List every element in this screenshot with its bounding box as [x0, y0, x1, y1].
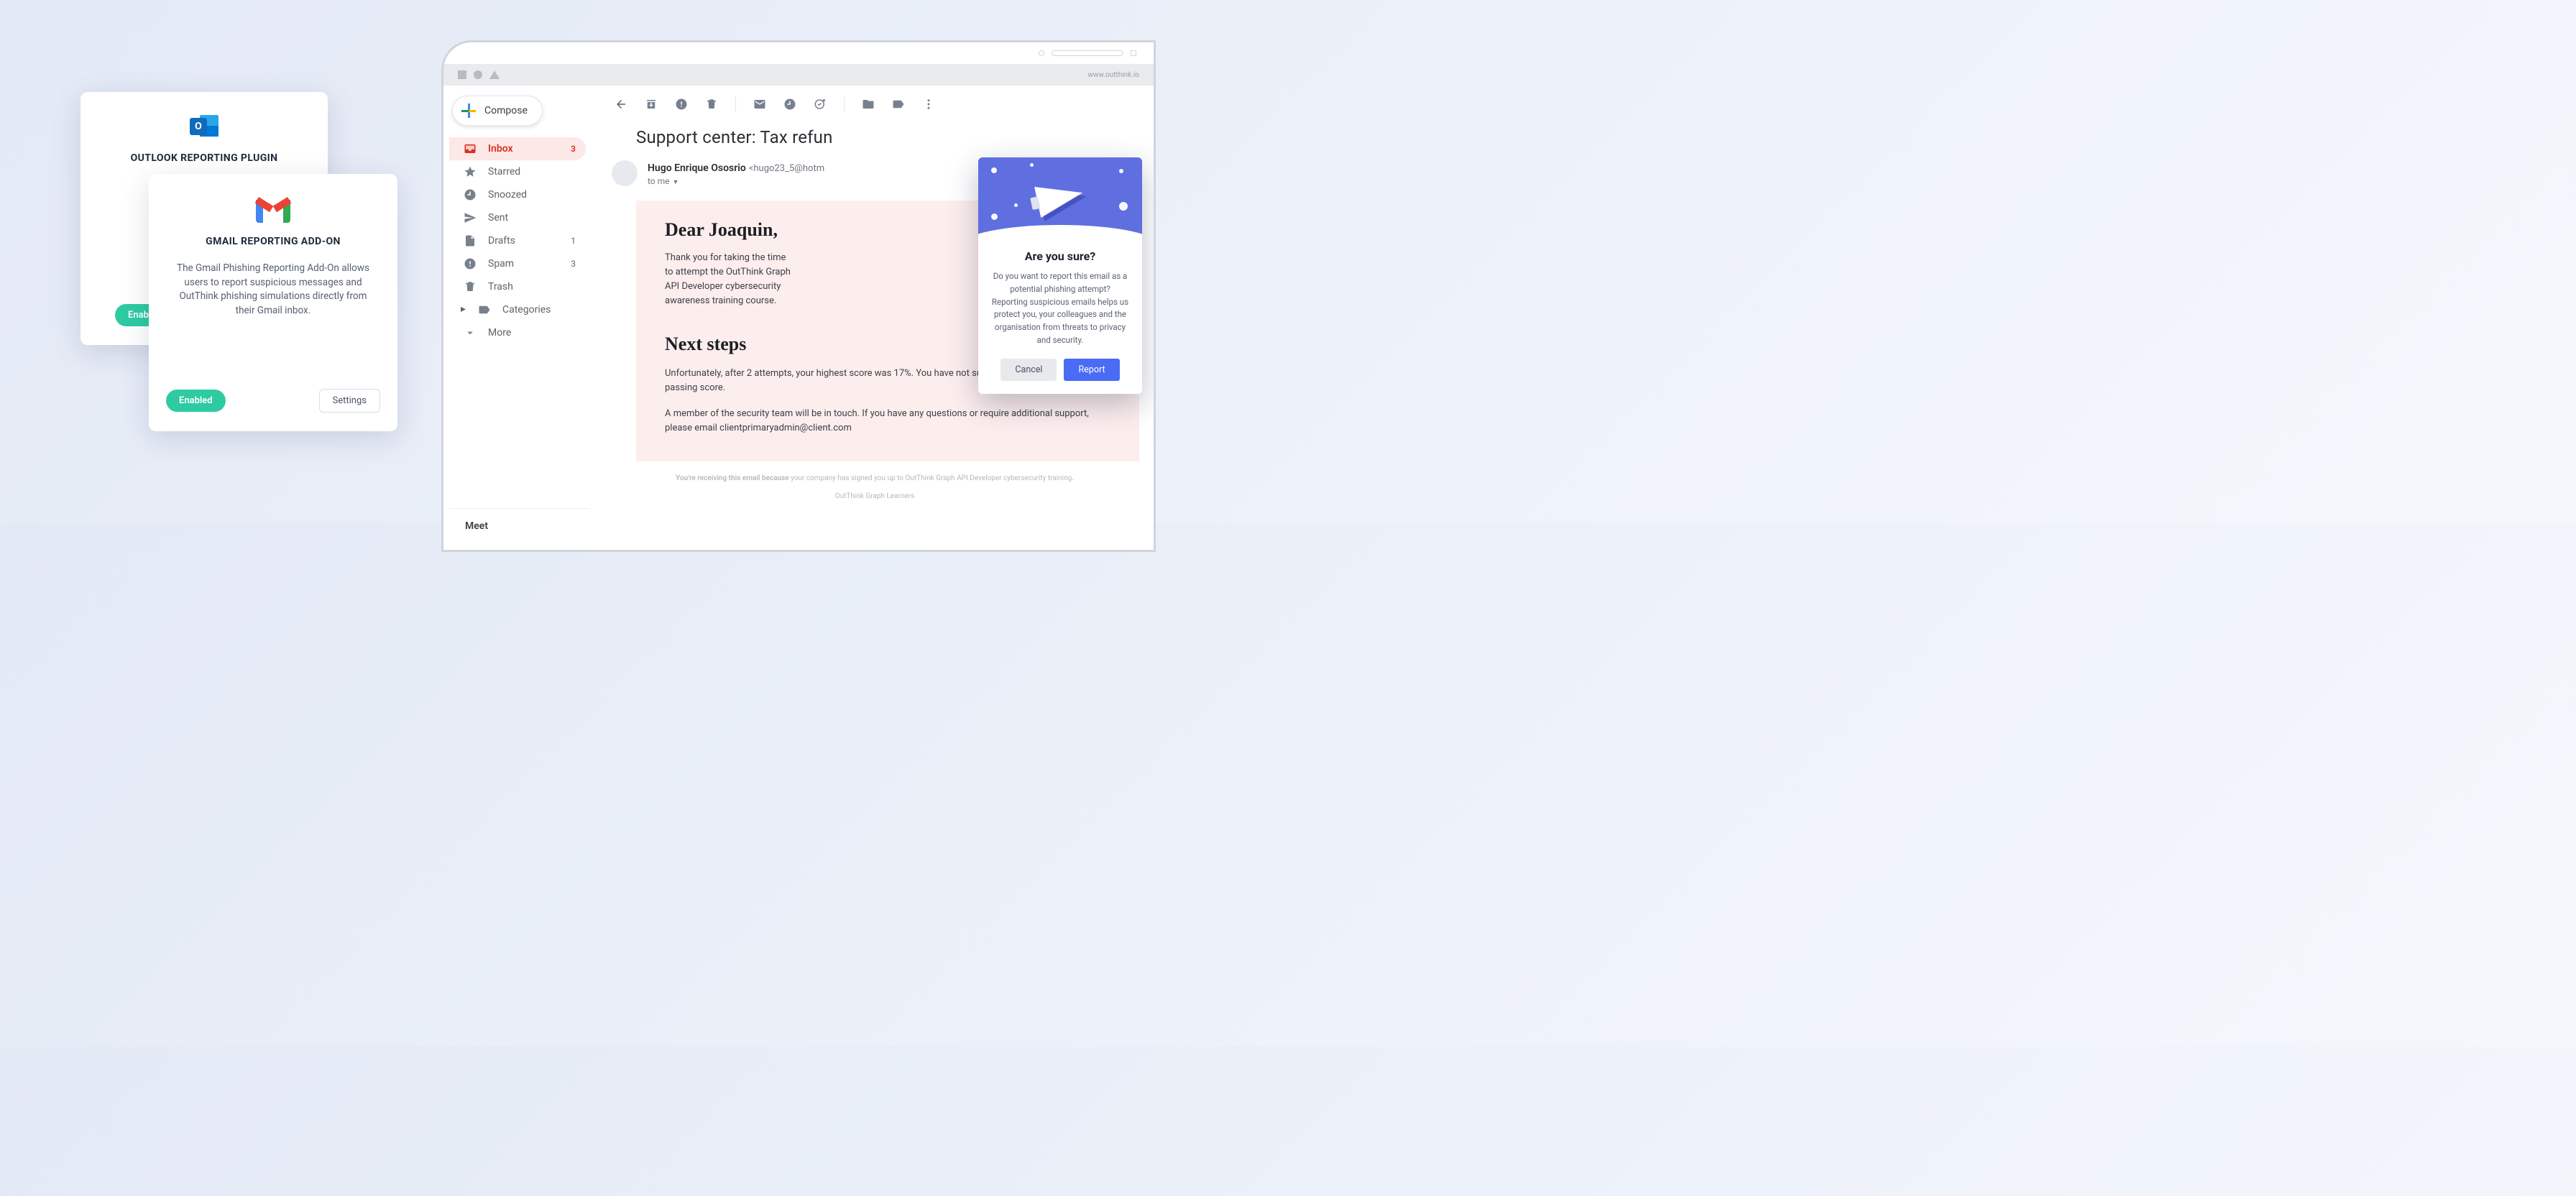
sidebar-item-trash[interactable]: Trash: [449, 275, 586, 298]
draft-icon: [464, 234, 477, 247]
move-icon[interactable]: [862, 98, 875, 111]
outlook-card-title: OUTLOOK REPORTING PLUGIN: [99, 152, 309, 164]
popup-title: Are you sure?: [991, 249, 1129, 263]
browser-url: www.outthink.io: [1087, 71, 1139, 79]
compose-label: Compose: [484, 105, 528, 116]
sidebar-item-more[interactable]: More: [449, 321, 586, 344]
report-button[interactable]: Report: [1064, 359, 1119, 381]
email-disclaimer: You're receiving this email because your…: [630, 473, 1119, 484]
report-spam-icon[interactable]: [675, 98, 688, 111]
gmail-main: Support center: Tax refun Hugo Enrique O…: [596, 86, 1154, 550]
email-disclaimer-2: OutThink Graph Learners: [602, 492, 1148, 500]
sidebar-label: Starred: [488, 166, 520, 178]
sender-avatar: [612, 160, 638, 186]
megaphone-icon: [1034, 178, 1086, 218]
popup-hero: [978, 157, 1142, 238]
sidebar-item-starred[interactable]: Starred: [449, 160, 586, 183]
cancel-button[interactable]: Cancel: [1000, 359, 1057, 381]
sidebar-label: Drafts: [488, 235, 515, 247]
sender-name: Hugo Enrique Ososrio: [648, 162, 746, 174]
sidebar-item-spam[interactable]: Spam 3: [449, 252, 586, 275]
sidebar-label: Snoozed: [488, 189, 527, 201]
gmail-enabled-badge: Enabled: [166, 390, 226, 412]
sidebar-item-sent[interactable]: Sent: [449, 206, 586, 229]
sidebar-label: Spam: [488, 258, 514, 270]
add-task-icon[interactable]: [814, 98, 827, 111]
sidebar-label: More: [488, 327, 511, 339]
sidebar-count: 3: [571, 144, 576, 154]
sidebar-count: 3: [571, 259, 576, 269]
more-icon[interactable]: [922, 98, 935, 111]
sidebar-label: Inbox: [488, 143, 513, 155]
gmail-settings-button[interactable]: Settings: [319, 389, 380, 413]
email-paragraph: Thank you for taking the time to attempt…: [665, 251, 794, 309]
sidebar-item-inbox[interactable]: Inbox 3: [449, 137, 586, 160]
spam-icon: [464, 257, 477, 270]
trash-icon: [464, 280, 477, 293]
sidebar-count: 1: [571, 236, 576, 246]
compose-plus-icon: [461, 104, 476, 118]
labels-icon[interactable]: [892, 98, 905, 111]
snooze-icon[interactable]: [783, 98, 796, 111]
inbox-icon: [464, 142, 477, 155]
compose-button[interactable]: Compose: [452, 96, 543, 126]
popup-body-text: Do you want to report this email as a po…: [991, 270, 1129, 347]
email-paragraph: A member of the security team will be in…: [665, 407, 1110, 436]
sidebar-item-drafts[interactable]: Drafts 1: [449, 229, 586, 252]
email-subject: Support center: Tax refun: [602, 121, 1148, 160]
label-icon: [478, 303, 491, 316]
gmail-logo: [169, 197, 377, 223]
gmail-sidebar: Compose Inbox 3 Starred Snoozed Sent: [443, 86, 596, 550]
chevron-down-icon: [464, 326, 477, 339]
caret-right-icon: ▸: [461, 303, 468, 316]
email-toolbar: [602, 94, 1148, 121]
sidebar-label: Sent: [488, 212, 508, 224]
chevron-down-icon: ▼: [673, 178, 679, 186]
clock-icon: [464, 188, 477, 201]
outlook-logo: O: [99, 114, 309, 139]
delete-icon[interactable]: [705, 98, 718, 111]
sidebar-item-snoozed[interactable]: Snoozed: [449, 183, 586, 206]
sidebar-label: Categories: [502, 304, 551, 316]
browser-window: www.outthink.io Compose Inbox 3 Starred …: [441, 40, 1156, 552]
gmail-card-desc: The Gmail Phishing Reporting Add-On allo…: [169, 262, 377, 318]
recipient-line[interactable]: to me▼: [648, 176, 824, 186]
meet-heading: Meet: [449, 508, 590, 538]
mark-unread-icon[interactable]: [753, 98, 766, 111]
browser-chrome-top: [443, 42, 1154, 64]
report-confirm-popup: Are you sure? Do you want to report this…: [978, 157, 1142, 394]
gmail-addon-card: GMAIL REPORTING ADD-ON The Gmail Phishin…: [149, 174, 397, 431]
sidebar-label: Trash: [488, 281, 513, 293]
sender-address: <hugo23_5@hotm: [749, 163, 824, 174]
back-icon[interactable]: [615, 98, 627, 111]
send-icon: [464, 211, 477, 224]
browser-tabbar: www.outthink.io: [443, 64, 1154, 86]
star-icon: [464, 165, 477, 178]
sidebar-item-categories[interactable]: ▸ Categories: [449, 298, 586, 321]
gmail-card-title: GMAIL REPORTING ADD-ON: [169, 236, 377, 247]
archive-icon[interactable]: [645, 98, 658, 111]
